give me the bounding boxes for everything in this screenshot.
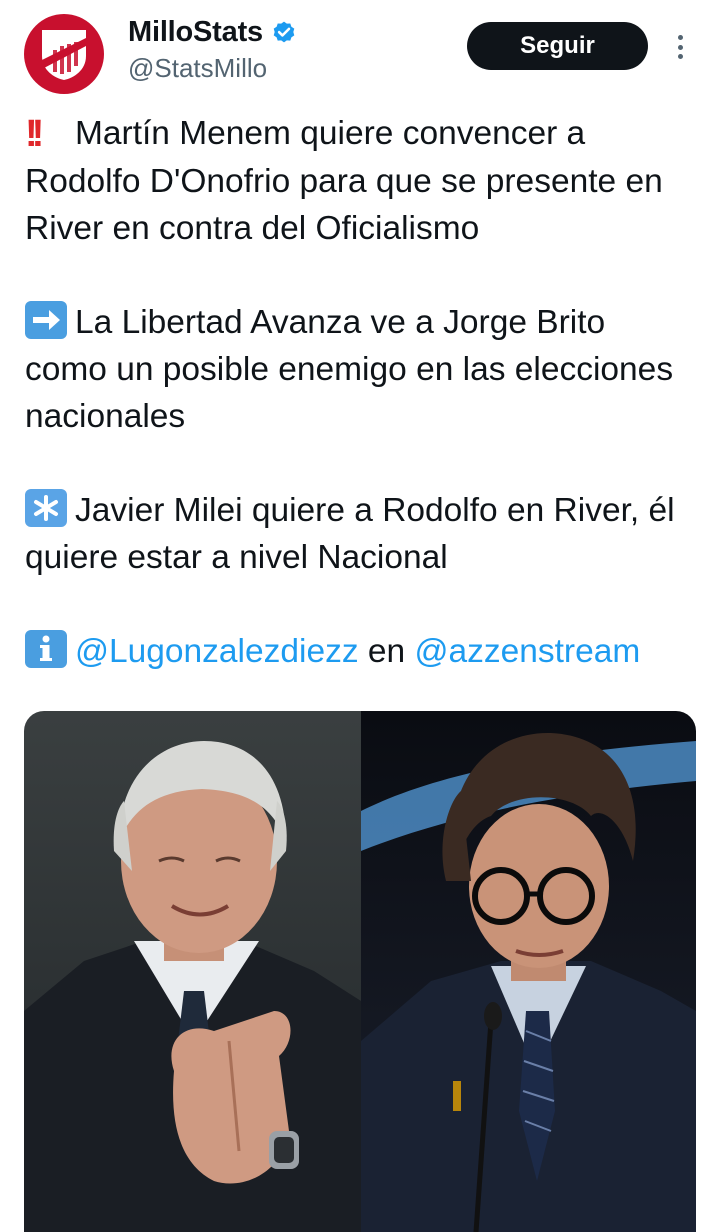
asterisk-icon — [25, 489, 67, 527]
paragraph-2: La Libertad Avanza ve a Jorge Brito como… — [25, 299, 695, 440]
source-line: @Lugonzalezdiezz en @azzenstream — [25, 628, 695, 675]
river-plate-shield-icon — [42, 30, 86, 80]
tweet-text: !! Martín Menem quiere convencer a Rodolf… — [25, 110, 695, 675]
double-exclamation-icon: !! — [25, 113, 44, 155]
paragraph-1: !! Martín Menem quiere convencer a Rodolf… — [25, 113, 663, 247]
follow-button[interactable]: Seguir — [467, 22, 648, 70]
older-man-clapping-photo[interactable] — [24, 711, 361, 1232]
author-info[interactable]: MilloStats @StatsMillo — [128, 16, 297, 84]
connector-text: en — [367, 633, 406, 670]
tweet-card[interactable]: MilloStats @StatsMillo Seguir !! Martín M… — [0, 0, 703, 1232]
paragraph-3: Javier Milei quiere a Rodolfo en River, … — [25, 487, 695, 581]
mention-link[interactable]: @Lugonzalezdiezz — [75, 633, 359, 670]
verified-badge-icon — [273, 21, 295, 42]
more-vertical-icon[interactable] — [668, 30, 692, 64]
display-name[interactable]: MilloStats — [128, 16, 263, 49]
tweet-media[interactable] — [24, 711, 696, 1232]
right-arrow-icon — [25, 301, 67, 339]
mention-link[interactable]: @azzenstream — [414, 633, 640, 670]
avatar[interactable] — [24, 14, 104, 94]
info-icon — [25, 630, 67, 668]
man-with-glasses-at-microphone-photo[interactable] — [361, 711, 696, 1232]
handle[interactable]: @StatsMillo — [128, 53, 297, 84]
